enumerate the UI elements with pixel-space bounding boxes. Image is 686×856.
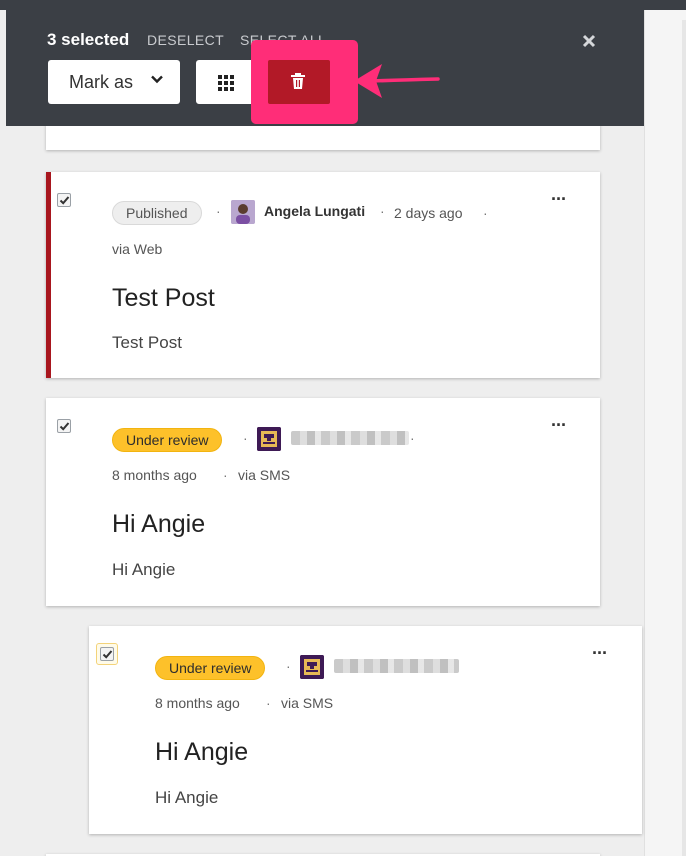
redacted-author	[334, 659, 459, 673]
avatar	[257, 427, 281, 451]
separator: ·	[243, 430, 248, 446]
post-card[interactable]: Under review · 8 months ago · via SMS Hi…	[89, 626, 642, 834]
collection-button[interactable]	[196, 60, 256, 104]
right-panel-strip	[682, 20, 686, 856]
avatar	[300, 655, 324, 679]
redacted-author	[291, 431, 409, 445]
deselect-button[interactable]: DESELECT	[147, 32, 224, 48]
chevron-down-icon	[151, 75, 163, 84]
separator: ·	[410, 430, 415, 446]
post-title[interactable]: Test Post	[112, 284, 215, 313]
trash-icon	[291, 73, 305, 89]
post-title[interactable]: Hi Angie	[155, 738, 248, 767]
grid-icon	[218, 75, 234, 91]
post-source: via SMS	[238, 467, 291, 483]
post-card-partial-top	[46, 124, 600, 150]
post-time: 8 months ago	[112, 467, 197, 483]
mark-as-label: Mark as	[69, 72, 134, 92]
status-badge: Under review	[155, 656, 266, 680]
post-checkbox[interactable]	[57, 193, 71, 207]
author-name[interactable]: Angela Lungati	[264, 203, 365, 219]
status-badge: Published	[112, 201, 202, 225]
status-badge: Under review	[112, 428, 223, 452]
post-time: 8 months ago	[155, 695, 240, 711]
post-body: Hi Angie	[155, 788, 219, 807]
separator: ·	[266, 695, 271, 711]
separator: ·	[216, 203, 221, 219]
post-body: Test Post	[112, 333, 182, 352]
post-time: 2 days ago	[394, 205, 463, 221]
mark-as-button[interactable]: Mark as	[48, 60, 180, 104]
close-icon[interactable]	[582, 28, 596, 54]
delete-button[interactable]	[268, 60, 330, 104]
more-icon[interactable]: ···	[551, 415, 567, 436]
more-icon[interactable]: ···	[551, 189, 567, 210]
post-title[interactable]: Hi Angie	[112, 510, 205, 539]
post-checkbox[interactable]	[57, 419, 71, 433]
separator: ·	[483, 205, 488, 221]
separator: ·	[223, 467, 228, 483]
post-checkbox[interactable]	[100, 647, 114, 661]
separator: ·	[286, 658, 291, 674]
right-panel	[644, 10, 686, 856]
post-card[interactable]: Published · Angela Lungati · 2 days ago …	[46, 172, 600, 378]
post-source: via Web	[112, 241, 163, 257]
annotation-arrow	[354, 64, 440, 98]
post-source: via SMS	[281, 695, 334, 711]
more-icon[interactable]: ···	[592, 643, 608, 664]
post-body: Hi Angie	[112, 560, 176, 579]
post-card[interactable]: Under review · · 8 months ago · via SMS …	[46, 398, 600, 606]
post-list: Published · Angela Lungati · 2 days ago …	[0, 124, 644, 856]
avatar	[231, 200, 255, 224]
selected-count: 3 selected	[47, 30, 130, 49]
separator: ·	[380, 203, 385, 219]
top-bar	[0, 0, 686, 10]
